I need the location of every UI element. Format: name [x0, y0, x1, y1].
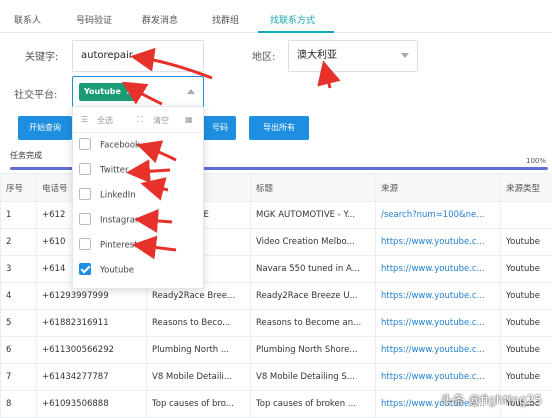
clear-button[interactable]: 清空	[153, 115, 169, 126]
cell-source-type: Youtube	[501, 283, 552, 310]
platform-option-label: LinkedIn	[100, 191, 136, 201]
platform-option-label: Pinterest	[100, 241, 138, 251]
cell-index: 8	[1, 391, 37, 418]
select-all-button[interactable]: 全选	[97, 115, 113, 126]
platform-option-label: Facebook	[100, 141, 140, 151]
dropdown-toolbar: ☰ 全选 ⛶ 清空 ▦	[73, 107, 203, 133]
cell-title: Ready2Race Breeze U...	[251, 283, 376, 310]
platform-dropdown: ☰ 全选 ⛶ 清空 ▦ Facebook Twitter LinkedIn Insta…	[72, 106, 204, 289]
cell-source[interactable]: https://www.youtube.c...	[376, 337, 501, 364]
cell-name: Top causes of bro...	[147, 391, 251, 418]
cell-title: Plumbing North Shore...	[251, 337, 376, 364]
cell-source[interactable]: https://www.youtube.c...	[376, 229, 501, 256]
tab-number-verify[interactable]: 号码验证	[76, 13, 112, 26]
cell-title: Video Creation Melbo...	[251, 229, 376, 256]
cell-title: Top causes of broken ...	[251, 391, 376, 418]
cell-phone: +611300566292	[37, 337, 147, 364]
close-icon[interactable]: ×	[126, 87, 133, 96]
cell-title: MGK AUTOMOTIVE - Y...	[251, 202, 376, 229]
selected-platform-tag-label: Youtube	[84, 87, 121, 96]
platform-option[interactable]: Pinterest	[79, 239, 138, 251]
start-query-button[interactable]: 开始查询	[18, 116, 72, 140]
platform-option-label: Twitter	[100, 166, 129, 176]
col-header-title[interactable]: 标题	[251, 174, 376, 202]
chevron-down-icon	[401, 53, 409, 58]
col-header-source-type[interactable]: 来源类型	[501, 174, 552, 202]
cell-source[interactable]: /search?num=100&ne...	[376, 202, 501, 229]
tab-find-groups[interactable]: 找群组	[212, 13, 239, 26]
region-select-value: 澳大利亚	[297, 50, 337, 61]
checkbox[interactable]	[79, 163, 91, 175]
progress-label: 任务完成	[10, 150, 42, 161]
col-header-source[interactable]: 来源	[376, 174, 501, 202]
table-row[interactable]: 7+61434277787V8 Mobile Detaili...V8 Mobi…	[1, 364, 552, 391]
cell-source[interactable]: https://www.youtube.c...	[376, 364, 501, 391]
chevron-up-icon	[187, 89, 195, 94]
clear-icon[interactable]: ⛶	[137, 115, 143, 125]
cell-source[interactable]: https://www.youtube.c...	[376, 310, 501, 337]
cell-name: Plumbing North ...	[147, 337, 251, 364]
cell-source[interactable]: https://www.youtube.c...	[376, 256, 501, 283]
platform-option[interactable]: Instagram	[79, 214, 143, 226]
cell-name: Reasons to Beco...	[147, 310, 251, 337]
grid-icon[interactable]: ▦	[185, 115, 193, 124]
progress-percent: 100%	[526, 157, 546, 165]
checkbox[interactable]	[79, 238, 91, 250]
cell-title: Navara 550 tuned in A...	[251, 256, 376, 283]
keyword-label: 关键字:	[25, 48, 58, 63]
cell-name: V8 Mobile Detaili...	[147, 364, 251, 391]
region-label: 地区:	[252, 48, 275, 63]
cell-index: 1	[1, 202, 37, 229]
platform-option[interactable]: Youtube	[79, 264, 134, 276]
platform-option[interactable]: LinkedIn	[79, 189, 136, 201]
cell-source-type	[501, 202, 552, 229]
social-platform-select[interactable]: Youtube ×	[72, 76, 204, 108]
cell-source-type: Youtube	[501, 229, 552, 256]
platform-option[interactable]: Facebook	[79, 139, 140, 151]
tab-bulk-message[interactable]: 群发消息	[142, 13, 178, 26]
cell-phone: +61434277787	[37, 364, 147, 391]
region-select[interactable]: 澳大利亚	[288, 40, 418, 72]
cell-index: 4	[1, 283, 37, 310]
cell-title: Reasons to Become an...	[251, 310, 376, 337]
cell-source[interactable]: https://www.youtube.c...	[376, 283, 501, 310]
tab-bar: 联系人 号码验证 群发消息 找群组 找联系方式	[0, 7, 552, 33]
active-tab-indicator	[258, 31, 334, 33]
cell-index: 2	[1, 229, 37, 256]
platform-option[interactable]: Twitter	[79, 164, 129, 176]
social-platform-label: 社交平台:	[14, 86, 57, 101]
cell-phone: +61093506888	[37, 391, 147, 418]
cell-source-type: Youtube	[501, 256, 552, 283]
platform-option-label: Instagram	[100, 216, 143, 226]
watermark: 头条 @fighting25	[441, 391, 542, 408]
cell-index: 7	[1, 364, 37, 391]
col-header-index[interactable]: 序号	[1, 174, 37, 202]
cell-title: V8 Mobile Detailing S...	[251, 364, 376, 391]
export-all-button[interactable]: 导出所有	[249, 116, 309, 140]
platform-option-label: Youtube	[100, 266, 134, 276]
tab-contacts[interactable]: 联系人	[14, 13, 41, 26]
table-row[interactable]: 5+61882316911Reasons to Beco...Reasons t…	[1, 310, 552, 337]
arrow-region	[326, 72, 330, 88]
checkbox[interactable]	[79, 213, 91, 225]
keyword-input[interactable]: autorepair	[72, 40, 204, 72]
checkbox[interactable]	[79, 188, 91, 200]
keyword-input-value: autorepair	[81, 50, 133, 61]
select-all-icon[interactable]: ☰	[81, 115, 88, 124]
cell-source-type: Youtube	[501, 310, 552, 337]
cell-source-type: Youtube	[501, 364, 552, 391]
cell-source-type: Youtube	[501, 337, 552, 364]
table-row[interactable]: 6+611300566292Plumbing North ...Plumbing…	[1, 337, 552, 364]
checkbox[interactable]	[79, 138, 91, 150]
cell-index: 6	[1, 337, 37, 364]
tab-find-contacts[interactable]: 找联系方式	[270, 13, 315, 26]
selected-platform-tag: Youtube ×	[79, 83, 138, 101]
cell-phone: +61882316911	[37, 310, 147, 337]
cell-index: 5	[1, 310, 37, 337]
cell-index: 3	[1, 256, 37, 283]
checkbox[interactable]	[79, 263, 91, 275]
